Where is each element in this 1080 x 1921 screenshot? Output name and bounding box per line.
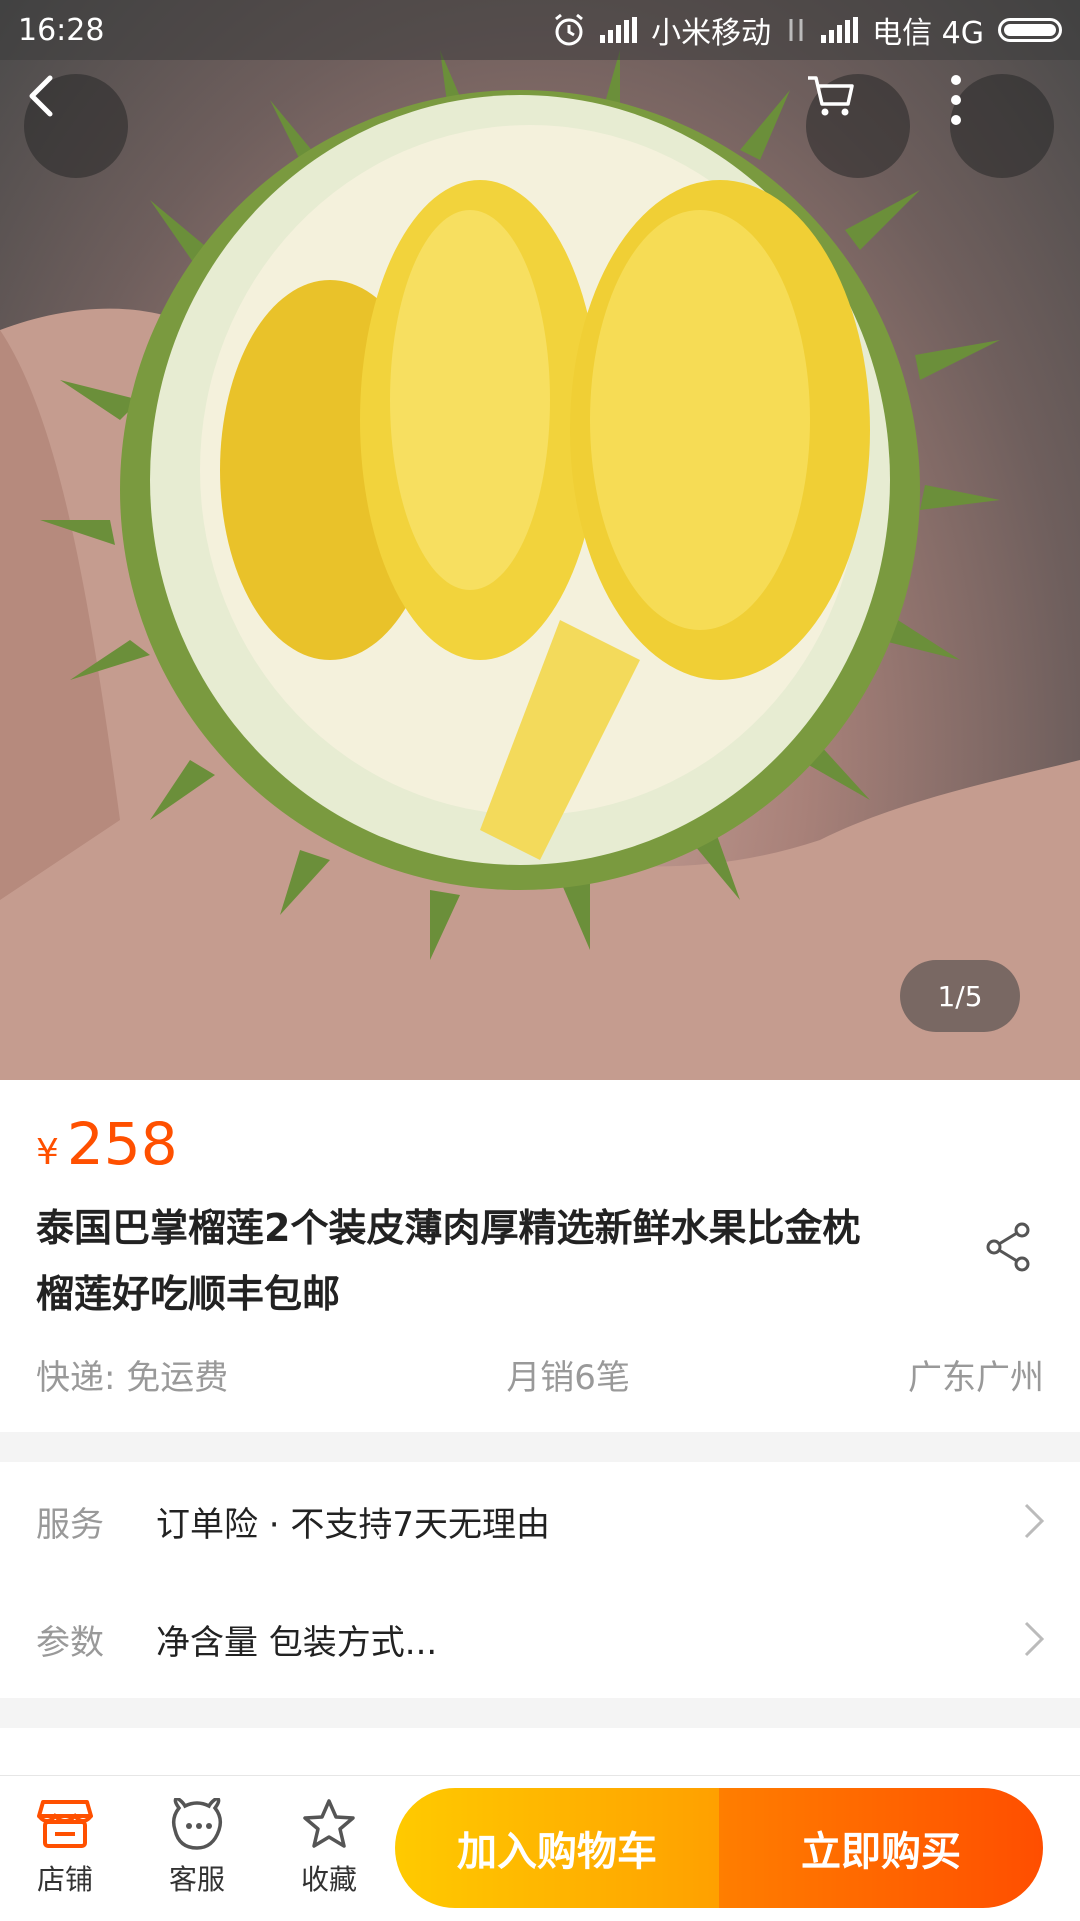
tab-favorite-label: 收藏 xyxy=(300,1863,357,1896)
status-time: 16:28 xyxy=(18,12,105,48)
product-image[interactable]: 1/5 xyxy=(0,0,1080,1080)
monthly-sales: 月销6笔 xyxy=(506,1358,630,1398)
price-value: 258 xyxy=(66,1110,178,1178)
add-to-cart-button[interactable]: 加入购物车 xyxy=(395,1788,719,1908)
chevron-right-icon xyxy=(1024,1621,1045,1657)
params-label: 参数 xyxy=(36,1622,104,1663)
tab-favorite[interactable]: 收藏 xyxy=(274,1798,384,1898)
carrier-2: 电信 4G xyxy=(872,16,984,51)
tab-shop-label: 店铺 xyxy=(36,1863,93,1896)
share-icon[interactable] xyxy=(984,1222,1032,1272)
cart-icon xyxy=(808,76,854,116)
tab-customer-service-label: 客服 xyxy=(168,1863,225,1896)
location: 广东广州 xyxy=(908,1358,1044,1398)
tab-shop[interactable]: 店铺 xyxy=(10,1798,120,1898)
image-counter: 1/5 xyxy=(900,960,1020,1032)
more-icon xyxy=(951,75,961,125)
more-button[interactable] xyxy=(950,74,1054,178)
service-label: 服务 xyxy=(36,1504,104,1545)
service-row[interactable]: 服务 订单险 · 不支持7天无理由 xyxy=(0,1462,1080,1580)
params-value: 净含量 包装方式... xyxy=(156,1622,438,1663)
back-icon xyxy=(29,75,53,117)
product-title: 泰国巴掌榴莲2个装皮薄肉厚精选新鲜水果比金枕榴莲好吃顺丰包邮 xyxy=(36,1206,861,1316)
durian-illustration xyxy=(0,50,1080,1080)
price: ¥ 258 xyxy=(36,1110,178,1178)
params-row[interactable]: 参数 净含量 包装方式... xyxy=(0,1580,1080,1698)
signal-icon xyxy=(600,17,638,43)
signal-icon xyxy=(821,17,859,43)
currency-symbol: ¥ xyxy=(36,1132,59,1173)
battery-icon xyxy=(998,18,1062,42)
status-bar: 16:28 小米移动 电信 4G xyxy=(0,0,1080,60)
alarm-icon xyxy=(555,13,584,46)
customer-service-icon xyxy=(171,1798,223,1850)
chevron-right-icon xyxy=(1024,1503,1045,1539)
back-button[interactable] xyxy=(24,74,128,178)
buy-now-button[interactable]: 立即购买 xyxy=(719,1788,1043,1908)
shop-icon xyxy=(37,1800,93,1848)
carrier-1: 小米移动 xyxy=(651,16,772,51)
data-transfer-icon xyxy=(789,19,803,41)
product-info: ¥ 258 泰国巴掌榴莲2个装皮薄肉厚精选新鲜水果比金枕榴莲好吃顺丰包邮 快递:… xyxy=(0,1080,1080,1432)
cart-button[interactable] xyxy=(806,74,910,178)
bottom-action-bar: 店铺 客服 收藏 加入购物车 立即购买 xyxy=(0,1775,1080,1921)
service-value: 订单险 · 不支持7天无理由 xyxy=(156,1504,551,1545)
service-section: 服务 订单险 · 不支持7天无理由 参数 净含量 包装方式... xyxy=(0,1462,1080,1698)
star-icon xyxy=(303,1799,355,1848)
meta-row: 快递: 免运费 月销6笔 广东广州 xyxy=(36,1350,1044,1399)
tab-customer-service[interactable]: 客服 xyxy=(142,1798,252,1898)
shipping-info: 快递: 免运费 xyxy=(36,1358,229,1398)
purchase-buttons: 加入购物车 立即购买 xyxy=(395,1788,1043,1908)
